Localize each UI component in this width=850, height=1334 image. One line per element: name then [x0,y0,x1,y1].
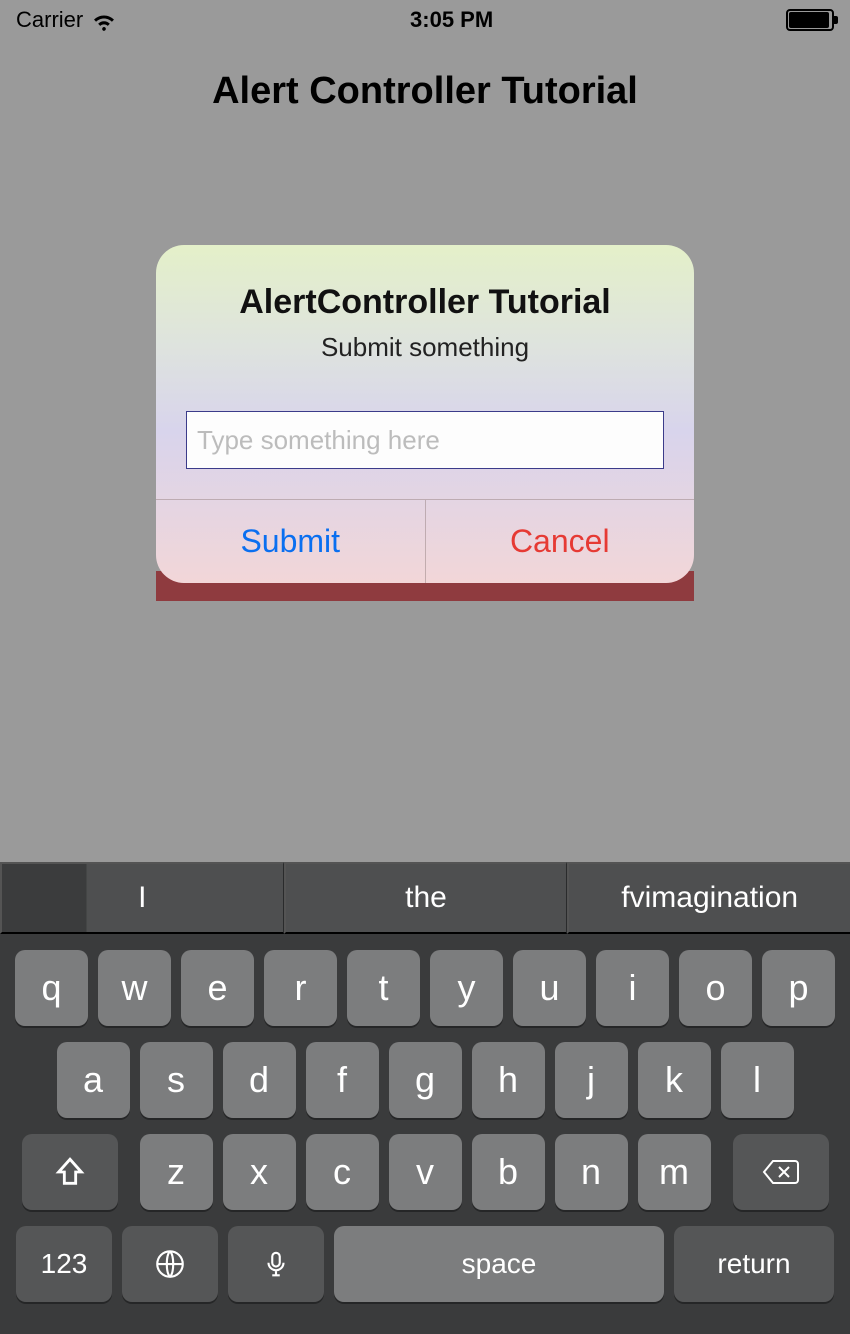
shift-icon [53,1155,87,1189]
alert-input-wrap [156,391,694,499]
globe-key[interactable] [122,1226,218,1302]
key-b[interactable]: b [472,1134,545,1210]
key-w[interactable]: w [98,950,171,1026]
numbers-key[interactable]: 123 [16,1226,112,1302]
keyboard-row-4: 123 space return [8,1226,842,1302]
key-r[interactable]: r [264,950,337,1026]
return-key[interactable]: return [674,1226,834,1302]
space-key[interactable]: space [334,1226,664,1302]
prediction-bar: I the fvimagination [0,862,850,934]
keyboard-row-2: a s d f g h j k l [8,1042,842,1118]
globe-icon [153,1247,187,1281]
status-right [786,9,834,31]
key-u[interactable]: u [513,950,586,1026]
wifi-icon [91,7,117,33]
key-h[interactable]: h [472,1042,545,1118]
battery-icon [786,9,834,31]
key-k[interactable]: k [638,1042,711,1118]
backspace-key[interactable] [733,1134,829,1210]
key-a[interactable]: a [57,1042,130,1118]
key-o[interactable]: o [679,950,752,1026]
key-l[interactable]: l [721,1042,794,1118]
alert-title: AlertController Tutorial [186,283,664,322]
alert-text-input[interactable] [186,411,664,469]
key-m[interactable]: m [638,1134,711,1210]
keyboard: I the fvimagination q w e r t y u i o p … [0,862,850,1334]
carrier-label: Carrier [16,7,83,33]
keyboard-row-3: z x c v b n m [8,1134,842,1210]
keyboard-row-1: q w e r t y u i o p [8,950,842,1026]
key-c[interactable]: c [306,1134,379,1210]
alert-subtitle: Submit something [186,332,664,363]
key-z[interactable]: z [140,1134,213,1210]
status-left: Carrier [16,7,117,33]
status-bar: Carrier 3:05 PM [0,0,850,40]
shift-key[interactable] [22,1134,118,1210]
alert-header: AlertController Tutorial Submit somethin… [156,245,694,391]
key-s[interactable]: s [140,1042,213,1118]
alert-content: AlertController Tutorial Submit somethin… [156,245,694,583]
cancel-button[interactable]: Cancel [426,500,695,583]
key-q[interactable]: q [15,950,88,1026]
mic-key[interactable] [228,1226,324,1302]
alert-dialog: AlertController Tutorial Submit somethin… [156,245,694,583]
key-i[interactable]: i [596,950,669,1026]
key-e[interactable]: e [181,950,254,1026]
submit-button[interactable]: Submit [156,500,426,583]
key-n[interactable]: n [555,1134,628,1210]
alert-button-row: Submit Cancel [156,499,694,583]
key-y[interactable]: y [430,950,503,1026]
page-title: Alert Controller Tutorial [0,70,850,113]
mic-icon [261,1247,291,1281]
prediction-1[interactable]: I [0,862,284,934]
key-j[interactable]: j [555,1042,628,1118]
backspace-icon [761,1157,801,1187]
status-time: 3:05 PM [410,7,493,33]
key-v[interactable]: v [389,1134,462,1210]
key-g[interactable]: g [389,1042,462,1118]
key-x[interactable]: x [223,1134,296,1210]
key-p[interactable]: p [762,950,835,1026]
key-d[interactable]: d [223,1042,296,1118]
prediction-2[interactable]: the [284,862,568,934]
prediction-3[interactable]: fvimagination [567,862,850,934]
keyboard-rows: q w e r t y u i o p a s d f g h j k l [0,934,850,1324]
key-t[interactable]: t [347,950,420,1026]
key-f[interactable]: f [306,1042,379,1118]
row3-letters: z x c v b n m [140,1134,711,1210]
